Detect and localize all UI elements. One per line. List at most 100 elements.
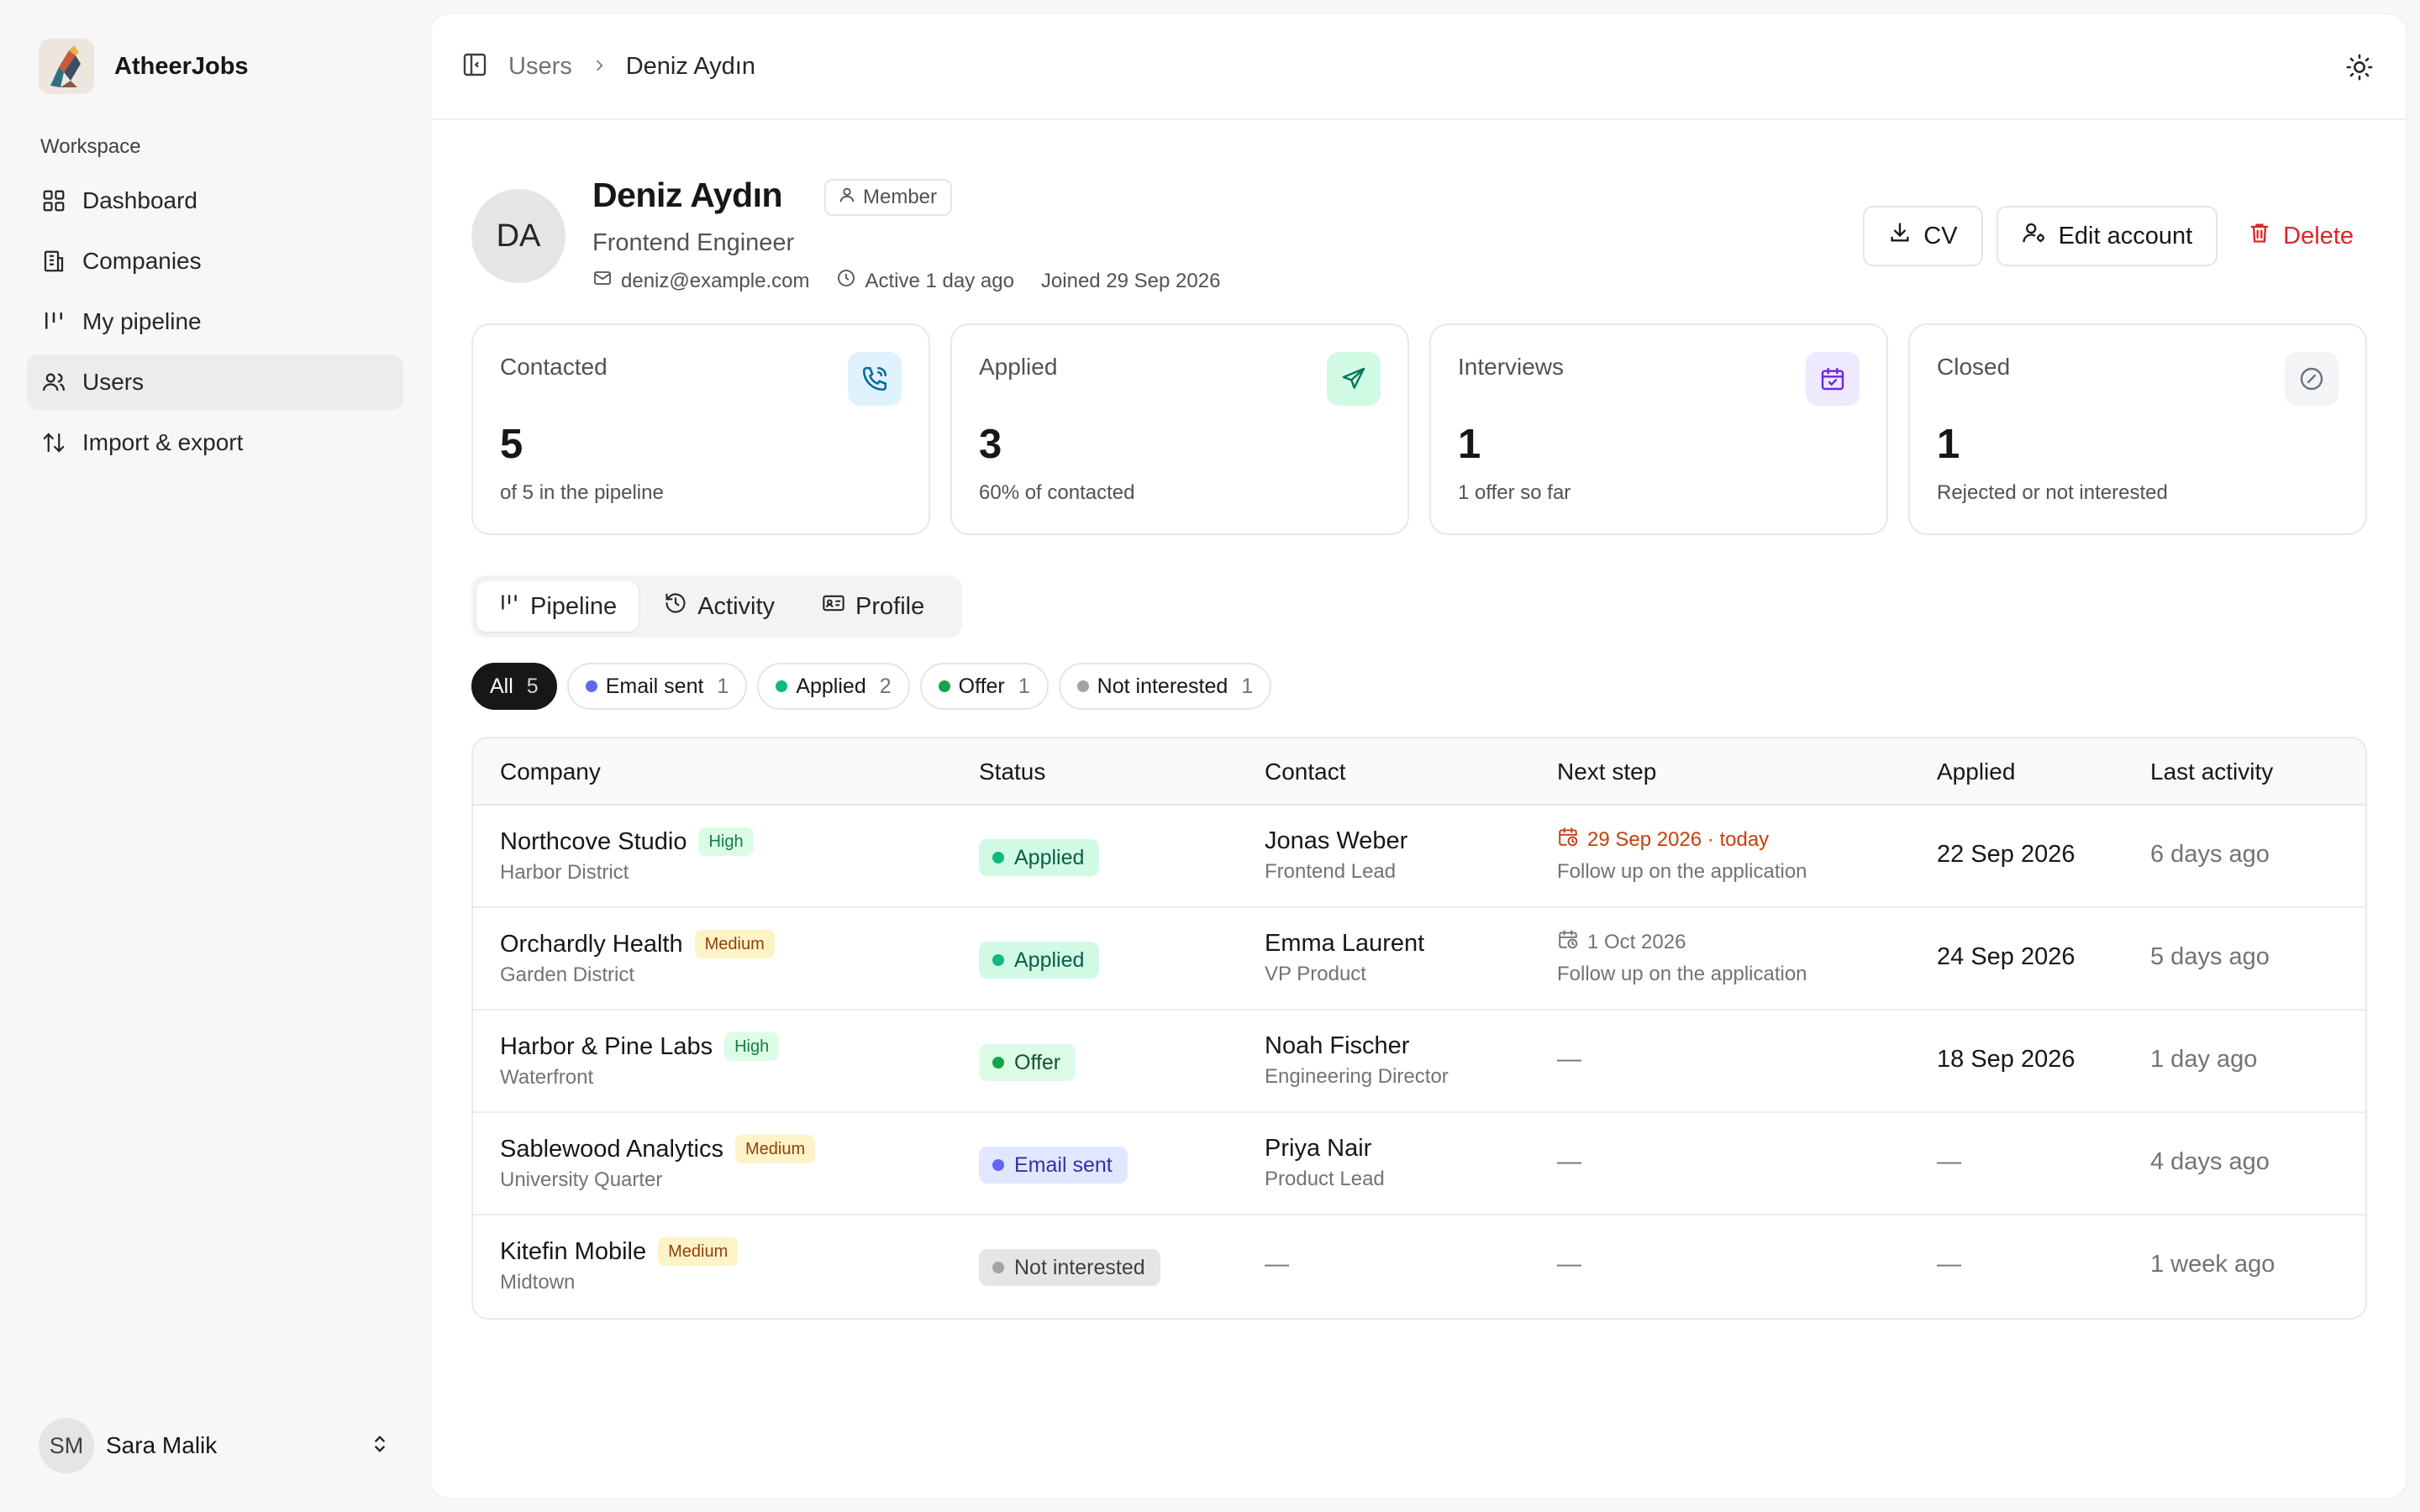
sidebar-toggle-icon[interactable] xyxy=(461,51,488,82)
company-name[interactable]: Kitefin Mobile xyxy=(500,1238,646,1266)
filter-chip-not-interested[interactable]: Not interested 1 xyxy=(1058,663,1272,710)
calendar-clock-icon xyxy=(1557,826,1579,853)
contact-role: Engineering Director xyxy=(1265,1065,1449,1088)
status-cell: Applied xyxy=(979,839,1100,876)
delete-button[interactable]: Delete xyxy=(2231,206,2370,266)
chip-count: 2 xyxy=(879,674,892,698)
next-step-date-text: 1 Oct 2026 xyxy=(1587,930,1686,953)
edit-account-button[interactable]: Edit account xyxy=(1996,206,2218,266)
pipeline-icon xyxy=(498,592,520,621)
sun-icon[interactable] xyxy=(2345,53,2374,81)
column-header-company[interactable]: Company xyxy=(500,759,601,785)
column-header-last-activity[interactable]: Last activity xyxy=(2150,759,2273,785)
stat-sub: of 5 in the pipeline xyxy=(500,481,664,504)
next-step-date-text: 29 Sep 2026 · today xyxy=(1587,827,1770,851)
contact-name: Jonas Weber xyxy=(1265,827,1408,854)
sidebar-item-dashboard[interactable]: Dashboard xyxy=(27,173,403,228)
filter-chip-all[interactable]: All 5 xyxy=(471,663,557,710)
status-dot xyxy=(585,680,597,692)
company-name[interactable]: Northcove Studio xyxy=(500,828,687,856)
status-dot xyxy=(776,680,788,692)
breadcrumb-current: Deniz Aydın xyxy=(625,52,755,80)
column-header-contact[interactable]: Contact xyxy=(1265,759,1346,785)
contact-cell: Noah Fischer Engineering Director xyxy=(1265,1032,1449,1089)
section-label: Workspace xyxy=(40,135,141,158)
active-meta: Active 1 day ago xyxy=(836,268,1014,294)
tab-activity[interactable]: Activity xyxy=(642,581,797,632)
sidebar-item-label: Companies xyxy=(82,248,202,274)
company-name[interactable]: Orchardly Health xyxy=(500,931,683,958)
filter-chip-applied[interactable]: Applied 2 xyxy=(757,663,910,710)
sidebar-item-my-pipeline[interactable]: My pipeline xyxy=(27,294,403,349)
status-dot xyxy=(992,1262,1004,1273)
company-name[interactable]: Harbor & Pine Labs xyxy=(500,1033,713,1061)
status-badge: Applied xyxy=(979,942,1100,979)
contact-name: Noah Fischer xyxy=(1265,1032,1410,1059)
trash-icon xyxy=(2248,221,2271,251)
table-row[interactable]: Northcove Studio High Harbor District Ap… xyxy=(473,806,2365,908)
next-step-cell: — xyxy=(1557,1251,1581,1278)
company-cell: Orchardly Health Medium Garden District xyxy=(500,930,775,987)
breadcrumb: Users Deniz Aydın xyxy=(508,53,755,81)
contact-cell: Emma Laurent VP Product xyxy=(1265,930,1424,986)
chip-count: 1 xyxy=(1018,674,1030,698)
stat-label: Closed xyxy=(1937,354,2011,380)
status-dot xyxy=(992,1057,1004,1068)
user-menu[interactable]: SM Sara Malik xyxy=(39,1418,392,1473)
table-row[interactable]: Sablewood Analytics Medium University Qu… xyxy=(473,1113,2365,1215)
status-cell: Not interested xyxy=(979,1249,1160,1286)
next-step-date: 1 Oct 2026 xyxy=(1557,928,1807,956)
filter-chip-email-sent[interactable]: Email sent 1 xyxy=(566,663,748,710)
status-dot xyxy=(1076,680,1089,692)
status-dot xyxy=(938,680,950,692)
chip-label: Not interested xyxy=(1097,674,1228,698)
download-cv-button[interactable]: CV xyxy=(1863,206,1983,266)
chip-label: Offer xyxy=(958,674,1005,698)
company-area: Garden District xyxy=(500,963,635,986)
sidebar-item-companies[interactable]: Companies xyxy=(27,234,403,289)
empty-dash: — xyxy=(1557,1251,1581,1278)
sidebar-item-users[interactable]: Users xyxy=(27,354,403,410)
circle-slash-icon xyxy=(2285,352,2338,406)
next-step-date: 29 Sep 2026 · today xyxy=(1557,826,1807,853)
brand[interactable]: AtheerJobs xyxy=(39,39,249,94)
brand-name: AtheerJobs xyxy=(114,52,249,80)
status-badge: Offer xyxy=(979,1044,1076,1081)
next-step-note: Follow up on the application xyxy=(1557,963,1807,985)
status-label: Applied xyxy=(1014,845,1085,869)
email-text[interactable]: deniz@example.com xyxy=(621,270,809,293)
joined-text: Joined 29 Sep 2026 xyxy=(1040,269,1221,292)
table-row[interactable]: Orchardly Health Medium Garden District … xyxy=(473,908,2365,1011)
chip-count: 1 xyxy=(717,674,729,698)
filter-chip-offer[interactable]: Offer 1 xyxy=(919,663,1049,710)
sidebar-item-label: Dashboard xyxy=(82,187,197,213)
column-header-applied[interactable]: Applied xyxy=(1937,759,2015,785)
cv-button-label: CV xyxy=(1923,222,1958,249)
priority-badge: Medium xyxy=(694,930,775,958)
empty-dash: — xyxy=(1557,1148,1581,1175)
tab-list: Pipeline Activity Profile xyxy=(471,575,962,638)
sidebar-item-import-export[interactable]: Import & export xyxy=(27,415,403,470)
chevrons-updown-icon xyxy=(368,1432,392,1460)
priority-badge: High xyxy=(698,827,754,856)
table-row[interactable]: Kitefin Mobile Medium Midtown Not intere… xyxy=(473,1215,2365,1318)
breadcrumb-users-link[interactable]: Users xyxy=(508,53,572,81)
contact-cell: Jonas Weber Frontend Lead xyxy=(1265,827,1407,884)
table-row[interactable]: Harbor & Pine Labs High Waterfront Offer… xyxy=(473,1011,2365,1113)
column-header-status[interactable]: Status xyxy=(979,759,1045,785)
role-badge-label: Member xyxy=(863,186,938,208)
status-dot xyxy=(992,1159,1004,1171)
tab-pipeline[interactable]: Pipeline xyxy=(476,581,639,632)
next-step-cell: — xyxy=(1557,1148,1581,1176)
status-label: Not interested xyxy=(1014,1255,1145,1279)
calendar-clock-icon xyxy=(1557,928,1579,956)
contact-name: Priya Nair xyxy=(1265,1135,1372,1162)
contact-role: VP Product xyxy=(1265,963,1366,985)
column-header-next-step[interactable]: Next step xyxy=(1557,759,1656,785)
edit-account-label: Edit account xyxy=(2058,222,2193,249)
status-badge: Not interested xyxy=(979,1249,1160,1286)
priority-badge: Medium xyxy=(658,1237,739,1266)
applied-date: — xyxy=(1937,1148,1961,1175)
company-name[interactable]: Sablewood Analytics xyxy=(500,1136,723,1163)
tab-profile[interactable]: Profile xyxy=(800,581,946,632)
